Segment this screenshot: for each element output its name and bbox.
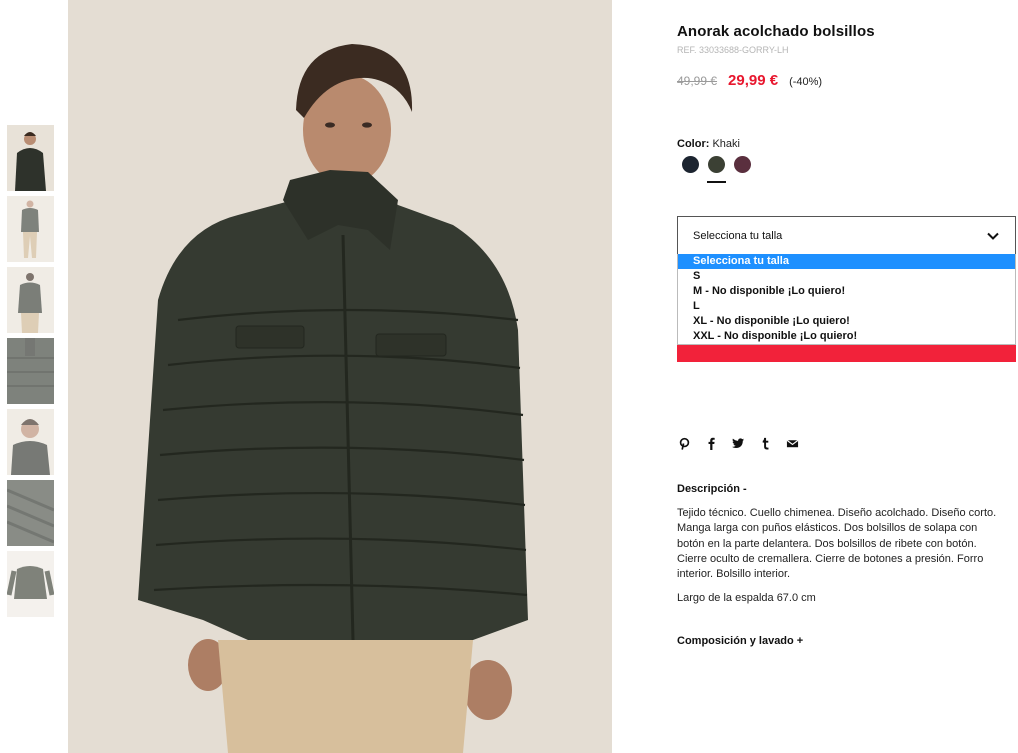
size-option[interactable]: S — [678, 269, 1015, 284]
color-swatches — [682, 156, 760, 183]
price-block: 49,99 € 29,99 € (-40%) — [677, 72, 822, 89]
share-icons — [677, 436, 812, 450]
product-main-image — [68, 0, 612, 753]
color-swatch-burgundy[interactable] — [734, 156, 751, 173]
thumbnail-detail-fabric[interactable] — [7, 480, 54, 546]
size-option[interactable]: Selecciona tu talla — [678, 254, 1015, 269]
composition-heading[interactable]: Composición y lavado + — [677, 635, 803, 647]
discount-badge: (-40%) — [789, 76, 823, 88]
add-to-bag-button[interactable] — [677, 344, 1016, 362]
thumbnail-front[interactable] — [7, 125, 54, 191]
thumbnail-full-body[interactable] — [7, 196, 54, 262]
chevron-down-icon — [987, 232, 999, 240]
color-swatch-khaki[interactable] — [707, 156, 726, 183]
size-select-label: Selecciona tu talla — [693, 230, 783, 242]
size-option[interactable]: M - No disponible ¡Lo quiero! — [678, 284, 1015, 299]
old-price: 49,99 € — [677, 74, 718, 88]
thumbnail-gallery — [7, 125, 55, 622]
pinterest-icon[interactable] — [677, 436, 691, 450]
facebook-icon[interactable] — [704, 436, 718, 450]
color-swatch-navy[interactable] — [682, 156, 699, 173]
size-dropdown-list: Selecciona tu talla S M - No disponible … — [677, 254, 1016, 345]
size-select[interactable]: Selecciona tu talla — [677, 216, 1016, 255]
color-label: Color: Khaki — [677, 138, 740, 150]
sale-price: 29,99 € — [728, 72, 779, 89]
size-option[interactable]: L — [678, 299, 1015, 314]
email-icon[interactable] — [785, 436, 799, 450]
description-heading[interactable]: Descripción - — [677, 483, 747, 495]
tumblr-icon[interactable] — [758, 436, 772, 450]
thumbnail-flat-lay[interactable] — [7, 551, 54, 617]
color-selected-value: Khaki — [712, 138, 740, 150]
product-title: Anorak acolchado bolsillos — [677, 23, 875, 40]
description-text: Tejido técnico. Cuello chimenea. Diseño … — [677, 507, 997, 581]
thumbnail-back[interactable] — [7, 267, 54, 333]
color-label-prefix: Color: — [677, 138, 710, 150]
product-details-panel: Anorak acolchado bolsillos REF. 33033688… — [677, 0, 1018, 753]
size-option[interactable]: XXL - No disponible ¡Lo quiero! — [678, 329, 1015, 344]
size-option[interactable]: XL - No disponible ¡Lo quiero! — [678, 314, 1015, 329]
thumbnail-detail-face[interactable] — [7, 409, 54, 475]
twitter-icon[interactable] — [731, 436, 745, 450]
thumbnail-detail-collar[interactable] — [7, 338, 54, 404]
description-length: Largo de la espalda 67.0 cm — [677, 592, 816, 604]
product-reference: REF. 33033688-GORRY-LH — [677, 45, 789, 55]
